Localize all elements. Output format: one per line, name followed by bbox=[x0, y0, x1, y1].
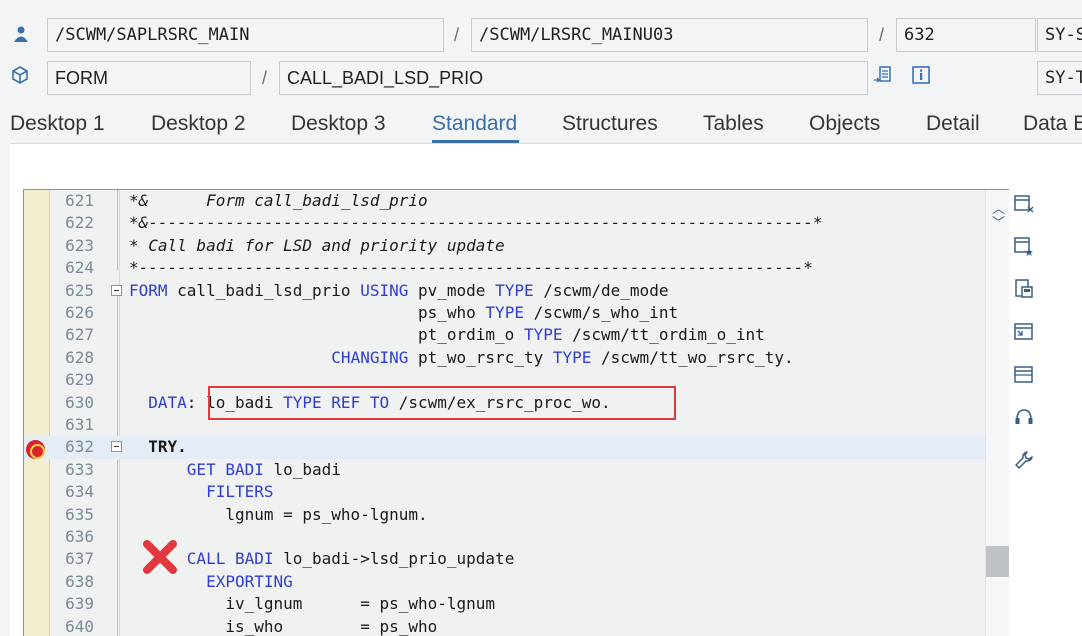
wrench-icon[interactable] bbox=[1013, 449, 1035, 471]
tab-structures[interactable]: Structures bbox=[562, 112, 658, 136]
code-text: pt_ordim_o TYPE /scwm/tt_ordim_o_int bbox=[129, 325, 765, 345]
code-text: * Call badi for LSD and priority update bbox=[129, 235, 505, 255]
include-field[interactable]: /SCWM/LRSRC_MAINU03 bbox=[471, 18, 868, 52]
line-number: 638 bbox=[65, 571, 94, 591]
line-number: 622 bbox=[65, 213, 94, 233]
line-number: 639 bbox=[65, 594, 94, 614]
code-text: *& Form call_badi_lsd_prio bbox=[129, 191, 428, 210]
code-line[interactable]: 624 *------------------------------------… bbox=[24, 257, 986, 279]
code-text: *&--------------------------------------… bbox=[129, 213, 823, 233]
headset-icon[interactable] bbox=[1013, 406, 1035, 428]
sy-field-2[interactable]: SY-T bbox=[1037, 61, 1082, 95]
code-text: CHANGING pt_wo_rsrc_ty TYPE /scwm/tt_wo_… bbox=[331, 347, 794, 367]
code-line[interactable]: 639 iv_lgnum = ps_who-lgnum bbox=[24, 593, 986, 615]
tab-tables[interactable]: Tables bbox=[703, 112, 764, 136]
delete-breakpoint-icon[interactable] bbox=[1013, 193, 1035, 215]
separator: / bbox=[262, 68, 268, 88]
save-source-icon[interactable] bbox=[1013, 278, 1035, 300]
tab-desktop-3[interactable]: Desktop 3 bbox=[291, 112, 386, 136]
cube-icon bbox=[12, 66, 28, 84]
line-number-field[interactable]: 632 bbox=[896, 18, 1036, 52]
code-text: CALL BADI lo_badi->lsd_prio_update bbox=[186, 549, 515, 569]
tab-standard[interactable]: Standard bbox=[432, 112, 517, 136]
separator: / bbox=[454, 25, 460, 45]
red-x-icon bbox=[143, 540, 177, 574]
event-name-field[interactable]: CALL_BADI_LSD_PRIO bbox=[279, 61, 868, 95]
set-watchpoint-icon[interactable] bbox=[1013, 235, 1035, 257]
line-number: 634 bbox=[65, 482, 94, 502]
program-person-icon bbox=[14, 26, 28, 42]
code-text: is_who = ps_who bbox=[129, 616, 438, 636]
code-line[interactable]: 640 is_who = ps_who bbox=[24, 616, 986, 636]
code-line[interactable]: 626 ps_who TYPE /scwm/s_who_int bbox=[24, 302, 986, 324]
line-number: 636 bbox=[65, 527, 94, 546]
tab-desktop-1[interactable]: Desktop 1 bbox=[10, 112, 105, 136]
line-number: 640 bbox=[65, 616, 94, 636]
line-number: 628 bbox=[65, 347, 94, 367]
line-number: 621 bbox=[65, 191, 94, 210]
tab-bar: Desktop 1 Desktop 2 Desktop 3 Standard S… bbox=[0, 104, 1082, 148]
line-number: 635 bbox=[65, 504, 94, 524]
navigate-list-icon[interactable] bbox=[873, 65, 893, 85]
fold-toggle-icon[interactable] bbox=[111, 441, 122, 453]
code-line[interactable]: 633 GET BADI lo_badi bbox=[24, 459, 986, 481]
code-text: FILTERS bbox=[206, 482, 274, 502]
code-text: ps_who TYPE /scwm/s_who_int bbox=[129, 303, 679, 322]
line-number: 629 bbox=[65, 370, 94, 390]
tab-desktop-2[interactable]: Desktop 2 bbox=[151, 112, 246, 136]
code-text: lgnum = ps_who-lgnum. bbox=[129, 504, 428, 524]
code-text: iv_lgnum = ps_who-lgnum bbox=[129, 594, 496, 614]
vertical-scrollbar[interactable]: ︿ ﹀ bbox=[985, 190, 1009, 636]
code-text: GET BADI lo_badi bbox=[186, 459, 341, 479]
layout-icon[interactable] bbox=[1013, 364, 1035, 386]
tab-detail[interactable]: Detail bbox=[926, 112, 980, 136]
code-line[interactable]: 628 CHANGING pt_wo_rsrc_ty TYPE /scwm/tt… bbox=[24, 347, 986, 369]
line-number: 626 bbox=[65, 303, 94, 322]
code-line[interactable]: 621 *& Form call_badi_lsd_prio bbox=[24, 190, 986, 212]
code-line[interactable]: 625 FORM call_badi_lsd_prio USING pv_mode… bbox=[24, 280, 986, 302]
fold-toggle-icon[interactable] bbox=[111, 284, 122, 296]
sy-field-1[interactable]: SY-S bbox=[1037, 18, 1082, 52]
line-number: 627 bbox=[65, 325, 94, 345]
display-window-icon[interactable] bbox=[1013, 321, 1035, 343]
line-number: 631 bbox=[65, 415, 94, 434]
highlight-box bbox=[208, 386, 676, 420]
code-line[interactable]: 622 *&-----------------------------------… bbox=[24, 212, 986, 234]
event-type-field[interactable]: FORM bbox=[47, 61, 251, 95]
line-number: 637 bbox=[65, 549, 94, 569]
scroll-thumb[interactable] bbox=[986, 546, 1009, 577]
line-number: 632 bbox=[65, 437, 94, 457]
tab-objects[interactable]: Objects bbox=[809, 112, 880, 136]
code-line[interactable]: 634 FILTERS bbox=[24, 481, 986, 503]
code-text: FORM call_badi_lsd_prio USING pv_mode TY… bbox=[129, 280, 669, 300]
scroll-down-icon[interactable]: ﹀ bbox=[992, 212, 1005, 231]
code-line[interactable]: 635 lgnum = ps_who-lgnum. bbox=[24, 504, 986, 526]
code-line[interactable]: 623 * Call badi for LSD and priority upda… bbox=[24, 235, 986, 257]
info-icon[interactable] bbox=[911, 65, 931, 85]
code-line[interactable]: 627 pt_ordim_o TYPE /scwm/tt_ordim_o_int bbox=[24, 324, 986, 346]
line-number: 623 bbox=[65, 235, 94, 255]
line-number: 630 bbox=[65, 392, 94, 412]
line-number: 625 bbox=[65, 280, 94, 300]
code-text: TRY. bbox=[129, 437, 187, 457]
line-number: 633 bbox=[65, 459, 94, 479]
tab-data-explorer[interactable]: Data E bbox=[1023, 112, 1082, 136]
line-number: 624 bbox=[65, 258, 94, 278]
main-program-field[interactable]: /SCWM/SAPLRSRC_MAIN bbox=[47, 18, 444, 52]
breakpoint-current-icon[interactable] bbox=[26, 440, 45, 459]
current-code-line[interactable]: 632 TRY. bbox=[24, 436, 986, 459]
separator: / bbox=[879, 25, 885, 45]
code-text: *---------------------------------------… bbox=[129, 258, 813, 278]
